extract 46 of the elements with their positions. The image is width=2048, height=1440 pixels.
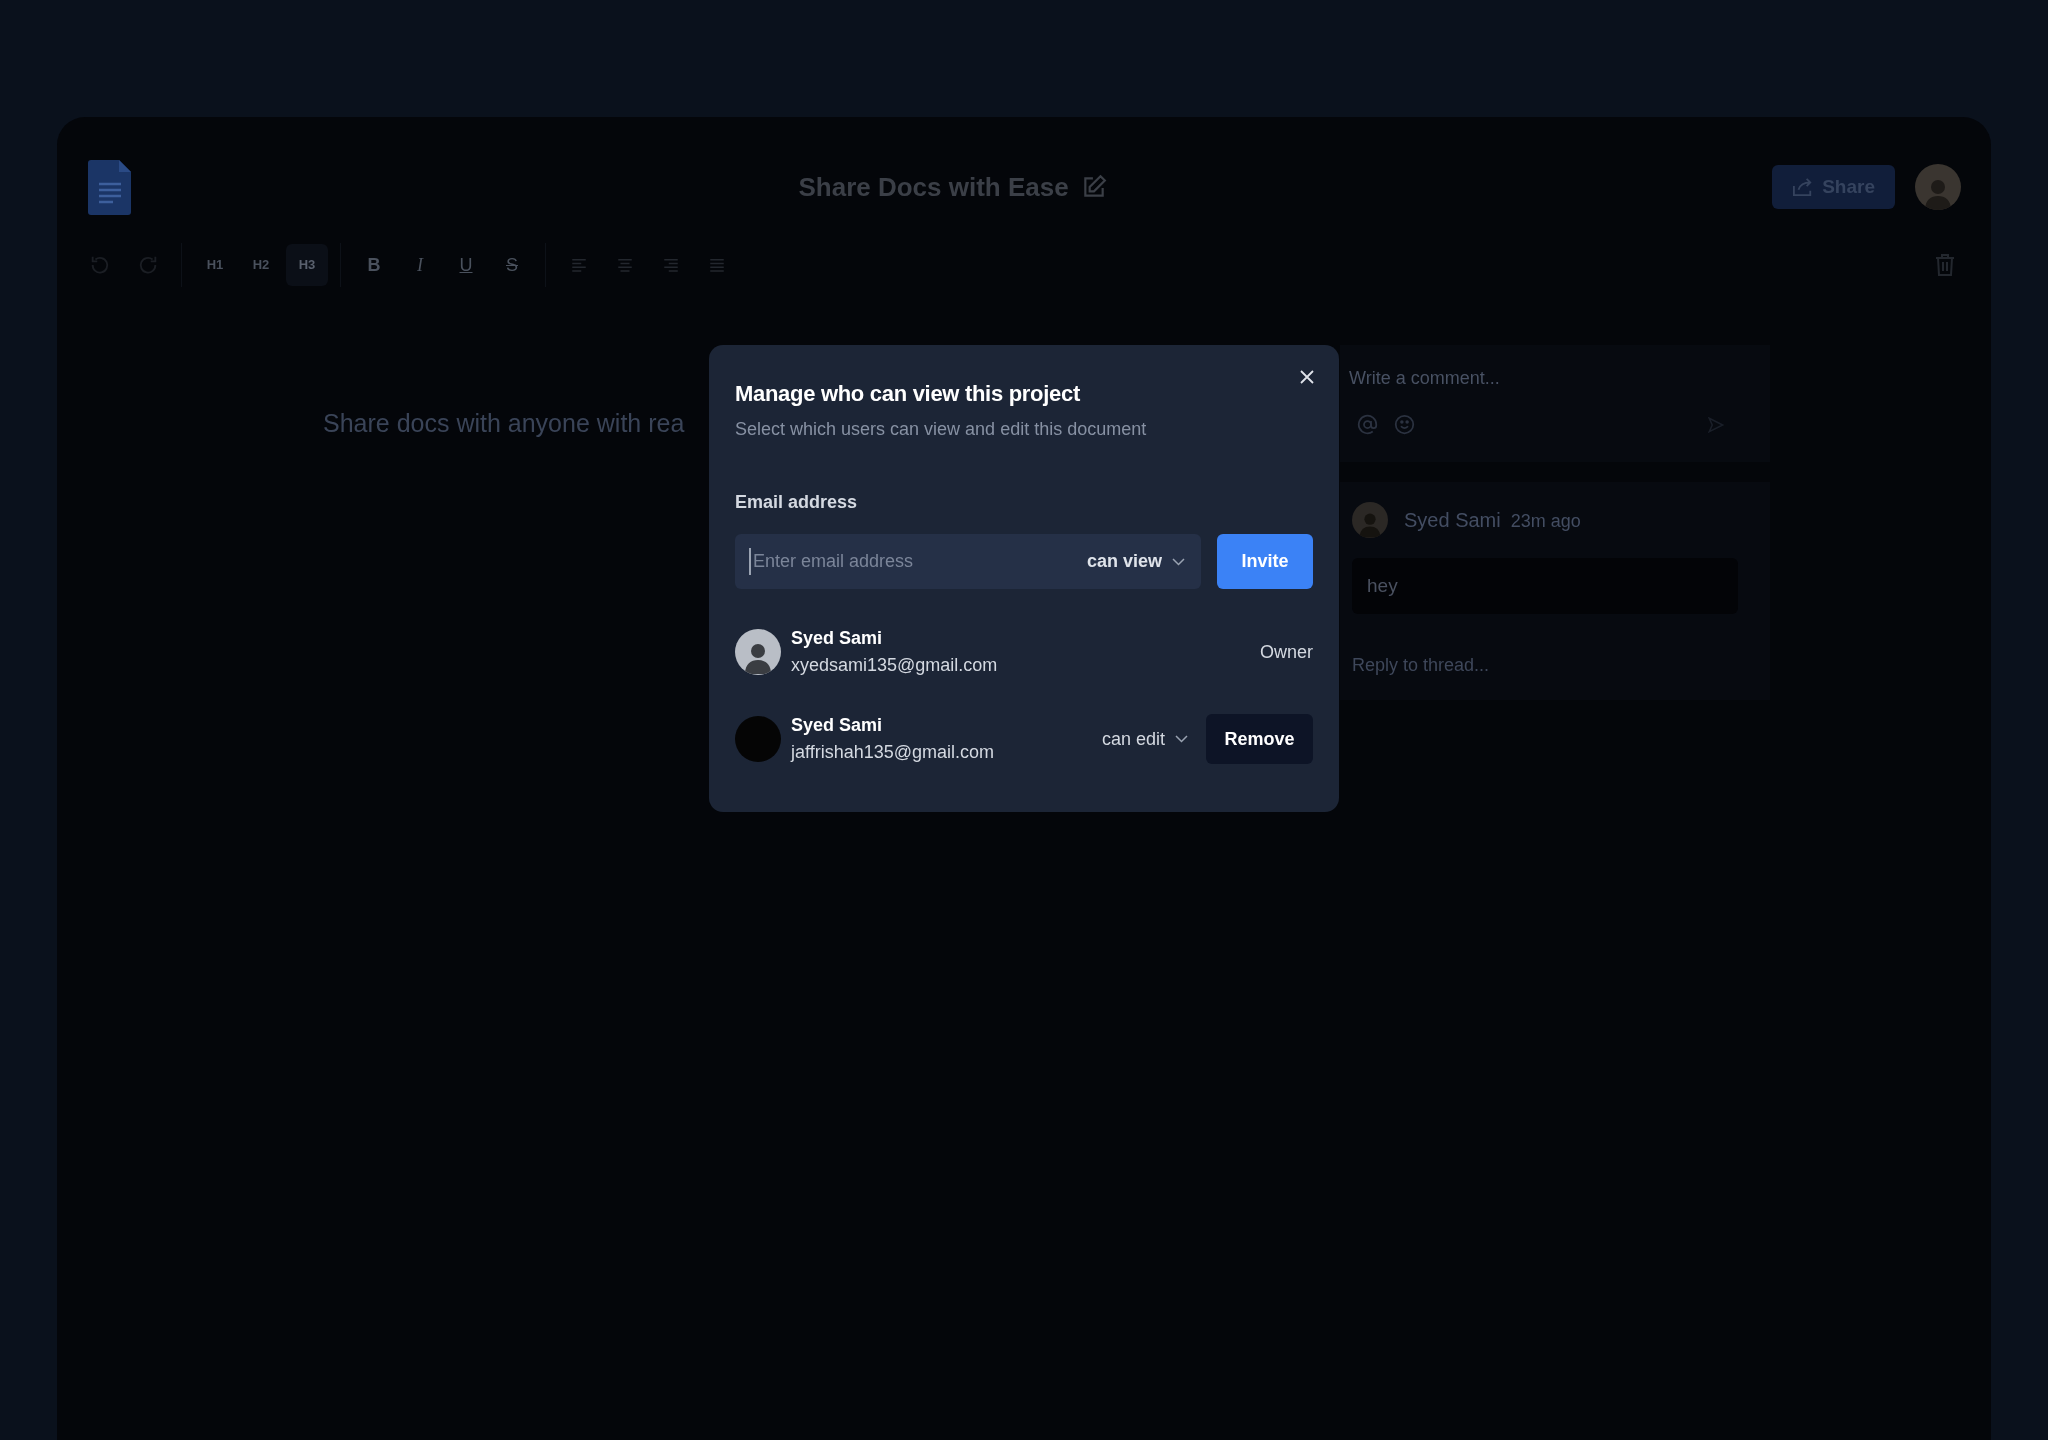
member-avatar [735, 629, 781, 675]
comment-body: hey [1352, 558, 1738, 614]
undo-icon[interactable] [89, 254, 111, 276]
document-logo-icon [87, 158, 133, 216]
permission-dropdown[interactable]: can edit [1101, 725, 1188, 753]
email-label: Email address [735, 491, 859, 514]
dialog-title: Manage who can view this project [735, 380, 1081, 408]
permission-dropdown[interactable]: can view [1086, 548, 1185, 575]
close-icon [1300, 370, 1314, 384]
invite-button[interactable]: Invite [1217, 534, 1313, 589]
comment-author: Syed Sami [1404, 508, 1501, 533]
reply-input-placeholder[interactable]: Reply to thread... [1352, 652, 1758, 679]
document-title: Share Docs with Ease [798, 170, 1069, 204]
editor-text: Share docs with anyone with rea [323, 408, 686, 439]
member-avatar [735, 716, 781, 762]
align-right-icon[interactable] [662, 256, 680, 274]
redo-icon[interactable] [137, 254, 159, 276]
send-icon[interactable] [1707, 415, 1725, 434]
strike-button[interactable]: S [491, 244, 533, 286]
align-left-icon[interactable] [570, 256, 588, 274]
email-input[interactable]: Enter email address [749, 548, 1087, 575]
member-name: Syed Sami [791, 714, 884, 737]
member-email: xyedsami135@gmail.com [791, 654, 999, 677]
comment-input-placeholder[interactable]: Write a comment... [1349, 365, 1761, 392]
italic-button[interactable]: I [399, 244, 441, 286]
comment-time: 23m ago [1510, 510, 1581, 533]
user-avatar[interactable] [1915, 164, 1961, 210]
member-email: jaffrishah135@gmail.com [791, 741, 996, 764]
bold-button[interactable]: B [353, 244, 395, 286]
dialog-subtitle: Select which users can view and edit this document [735, 418, 1148, 441]
emoji-icon[interactable] [1394, 414, 1415, 435]
commenter-avatar [1352, 502, 1388, 538]
chevron-down-icon [1175, 735, 1188, 743]
align-center-icon[interactable] [616, 256, 634, 274]
email-field[interactable]: Enter email address can view [735, 534, 1201, 589]
chevron-down-icon [1172, 557, 1185, 566]
heading-button[interactable]: H2 [240, 244, 282, 286]
delete-icon[interactable] [1935, 254, 1955, 276]
heading-button[interactable]: H1 [194, 244, 236, 286]
heading-button[interactable]: H3 [286, 244, 328, 286]
underline-button[interactable]: U [445, 244, 487, 286]
mention-icon[interactable] [1357, 414, 1378, 435]
member-role: Owner [1260, 640, 1313, 664]
remove-button[interactable]: Remove [1206, 714, 1313, 764]
member-name: Syed Sami [791, 627, 884, 650]
align-justify-icon[interactable] [708, 256, 726, 274]
